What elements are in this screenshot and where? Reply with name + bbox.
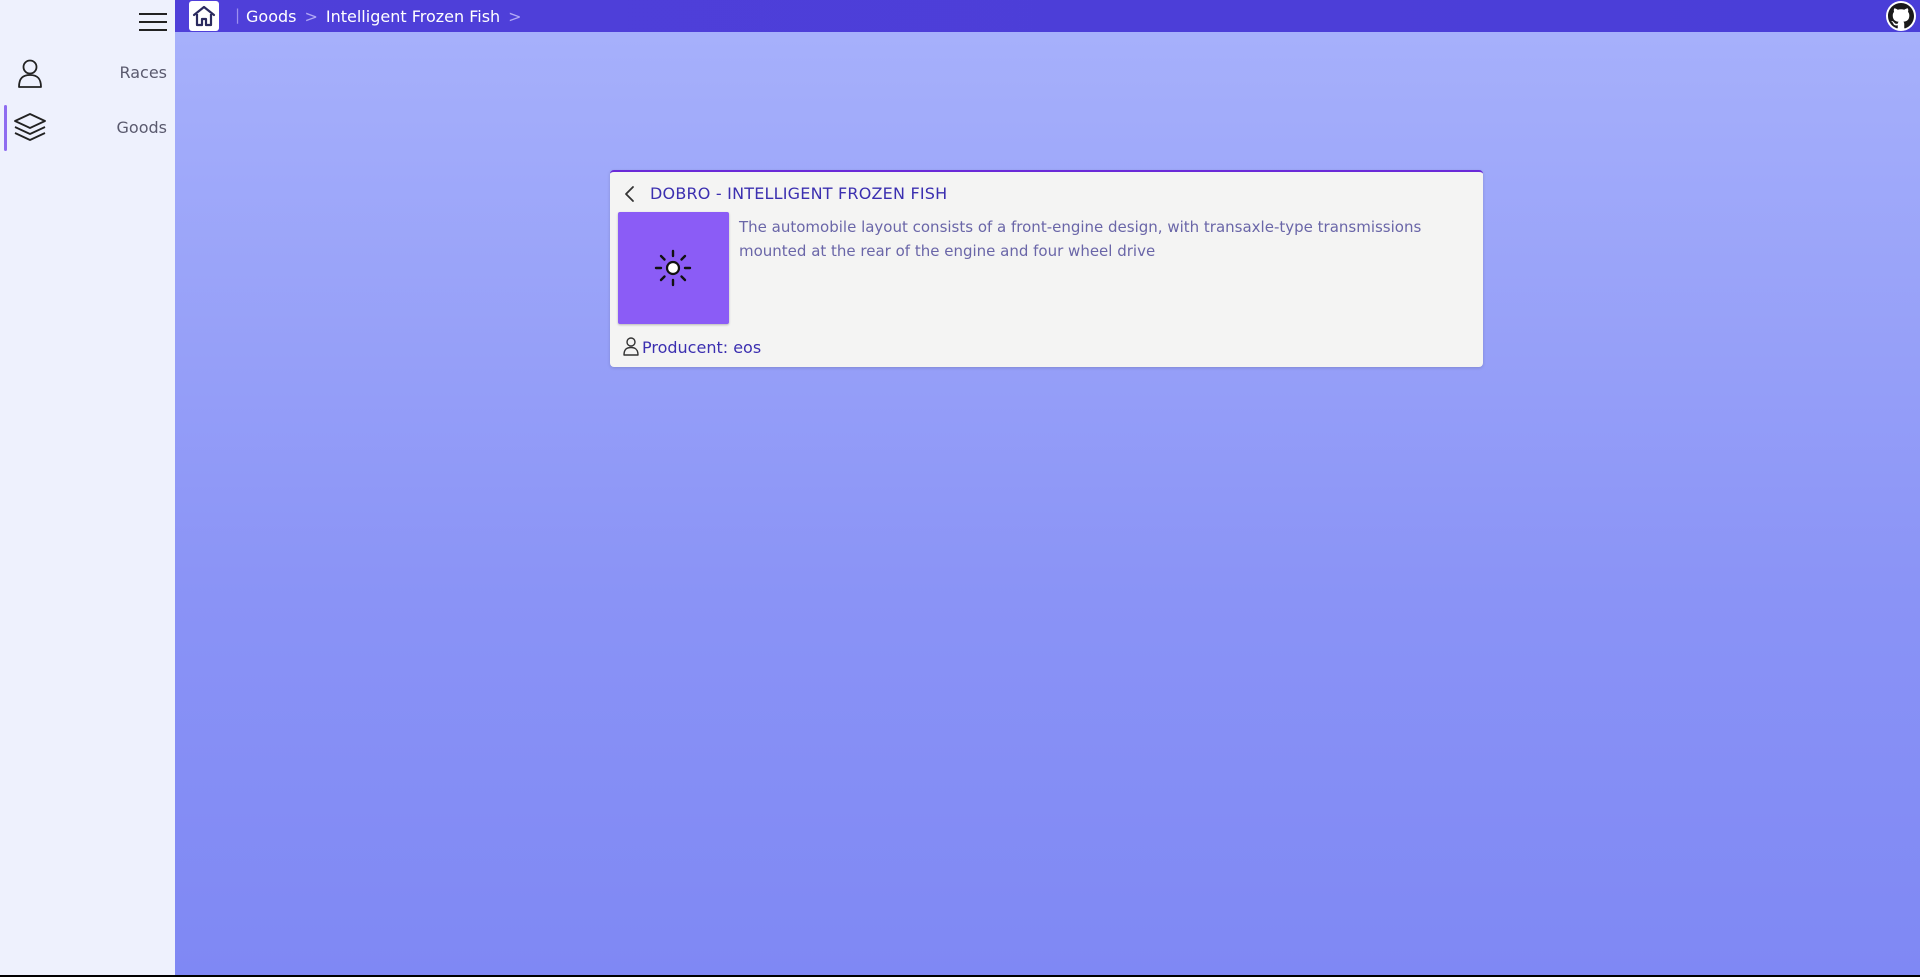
product-image: [618, 212, 729, 324]
github-button[interactable]: [1886, 1, 1916, 31]
active-indicator: [4, 105, 7, 151]
sidebar-item-label: Races: [119, 63, 167, 82]
app: Races Goods | Goods > Intelligent Frozen F…: [0, 0, 1920, 975]
home-icon: [192, 5, 216, 27]
github-icon: [1888, 3, 1914, 29]
breadcrumb-separator: >: [508, 7, 522, 26]
breadcrumb: Goods > Intelligent Frozen Fish >: [246, 7, 530, 26]
breadcrumb-intelligent-frozen-fish[interactable]: Intelligent Frozen Fish: [326, 7, 500, 26]
card-title: DOBRO - INTELLIGENT FROZEN FISH: [650, 184, 948, 203]
sidebar-item-label: Goods: [116, 118, 167, 137]
layers-icon: [14, 113, 46, 141]
top-bar: | Goods > Intelligent Frozen Fish >: [175, 0, 1920, 32]
sun-icon: [654, 249, 692, 287]
product-description: The automobile layout consists of a fron…: [739, 218, 1422, 260]
user-icon: [18, 59, 42, 88]
main-content: DOBRO - INTELLIGENT FROZEN FISH The auto…: [175, 32, 1920, 975]
sidebar: Races Goods: [0, 0, 175, 975]
breadcrumb-separator: >: [304, 7, 318, 26]
home-button[interactable]: [189, 1, 219, 31]
product-card: DOBRO - INTELLIGENT FROZEN FISH The auto…: [610, 170, 1483, 367]
sidebar-item-goods[interactable]: Goods: [0, 103, 175, 153]
producer-label: Producent: eos: [642, 338, 762, 357]
chevron-left-icon[interactable]: [622, 185, 638, 203]
user-icon: [623, 337, 639, 356]
sidebar-item-races[interactable]: Races: [0, 48, 175, 98]
hamburger-icon[interactable]: [139, 12, 167, 32]
breadcrumb-goods[interactable]: Goods: [246, 7, 296, 26]
breadcrumb-divider: |: [235, 6, 241, 24]
